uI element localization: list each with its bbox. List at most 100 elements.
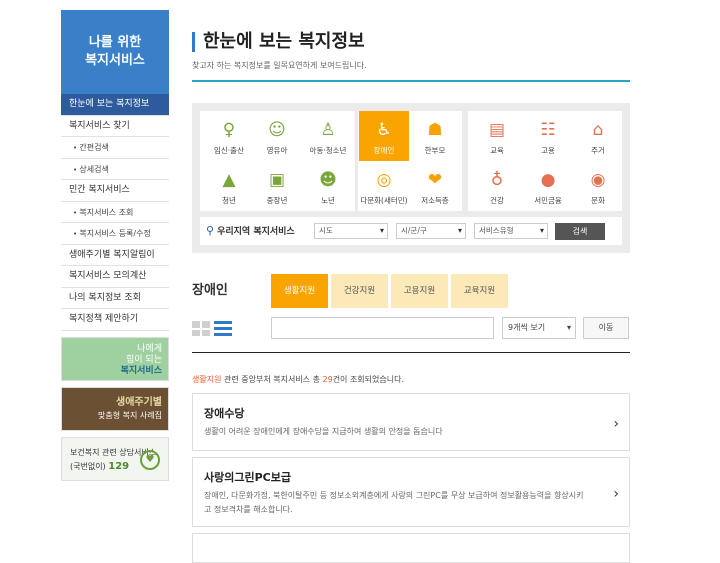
list-view-icon[interactable] <box>214 321 232 336</box>
category-label: 건강 <box>490 196 504 205</box>
category-label: 영유아 <box>266 146 288 155</box>
sido-select[interactable]: 시도 <box>314 223 388 239</box>
result-divider <box>192 352 630 353</box>
banner2-line1: 생애주기별 <box>116 396 162 408</box>
category-11[interactable]: ☻ 노년 <box>303 161 353 211</box>
tab-1[interactable]: 생활지원 <box>271 274 328 308</box>
result-count-number: 29 <box>322 375 333 384</box>
chevron-right-icon: › <box>613 486 619 502</box>
category-label: 문화 <box>591 196 605 205</box>
category-label: 청년 <box>222 196 236 205</box>
service-card[interactable]: 장애수당 생활이 어려운 장애인에게 장애수당을 지급하여 생활의 안정을 돕습… <box>192 393 630 451</box>
banner-counseling-129[interactable]: 보건복지 관련 상담서비스 (국번없이) 129 ♥ <box>61 436 169 481</box>
sidebar-heading: 나를 위한복지서비스 <box>61 10 169 94</box>
sidebar-item[interactable]: 복지서비스 등록/수정 <box>61 223 169 245</box>
sidebar-item[interactable]: 한눈에 보는 복지정보 <box>61 94 169 116</box>
category-6[interactable]: ▤ 교육 <box>472 111 522 161</box>
sidebar-item[interactable]: 상세검색 <box>61 159 169 180</box>
page-subtitle: 찾고자 하는 복지정보를 일목요연하게 보여드립니다. <box>192 61 367 70</box>
sidebar-item[interactable]: 나의 복지정보 조회 <box>61 288 169 309</box>
service-card-desc: 생활이 어려운 장애인에게 장애수당을 지급하여 생활의 안정을 돕습니다 <box>204 427 443 436</box>
sidebar-item[interactable]: 복지서비스 조회 <box>61 202 169 223</box>
region-search-bar: ⚲우리지역 복지서비스 시도 시/군/구 서비스유형 검색 <box>200 217 622 245</box>
search-icon: ⚲ <box>206 224 215 237</box>
category-label: 주거 <box>591 146 605 155</box>
keyword-input[interactable] <box>271 317 494 339</box>
service-card[interactable] <box>192 533 630 563</box>
banner-lifecycle-casebook[interactable]: 생애주기별 맞춤형 복지 사례집 <box>61 386 169 431</box>
globe-icon: ◎ <box>376 170 392 190</box>
banner3-number: 129 <box>108 460 130 472</box>
banner-welfare-service[interactable]: 나에게 힘이 되는 복지서비스 <box>61 336 169 381</box>
region-search-label-text: 우리지역 복지서비스 <box>217 227 295 237</box>
banner1-line1: 나에게 <box>137 343 162 354</box>
region-search-label: ⚲ 우리지역 복지서비스 <box>206 217 295 245</box>
banner1-line3: 복지서비스 <box>120 365 162 376</box>
page-title: 한눈에 보는 복지정보 <box>192 32 365 52</box>
tab-4[interactable]: 교육지원 <box>451 274 508 308</box>
category-4[interactable]: ♿ 장애인 <box>359 111 409 161</box>
people-icon: ☷ <box>540 120 556 140</box>
sidebar-heading-line2: 복지서비스 <box>85 53 145 68</box>
graduation-cap-icon: ▲ <box>222 170 236 190</box>
banner3-line2: (국번없이) <box>70 461 106 471</box>
sidebar-menu: 한눈에 보는 복지정보복지서비스 찾기간편검색상세검색민간 복지서비스복지서비스… <box>61 94 169 331</box>
category-3[interactable]: ♙ 아동·청소년 <box>303 111 353 161</box>
top-utility-bar <box>420 0 720 8</box>
tab-3[interactable]: 고용지원 <box>391 274 448 308</box>
category-box: ♀ 임신·출산 ☺ 영유아 ♙ 아동·청소년 ♿ 장애인 ☗ 한부모 ▤ 교육 ☷ 고용 ⌂ 주거 ▲ 청년 ▣ 중장… <box>192 103 630 253</box>
sidebar-item[interactable]: 복지정책 제안하기 <box>61 309 169 331</box>
category-label: 다문화(새터민) <box>360 196 408 205</box>
title-divider <box>192 80 630 82</box>
category-5[interactable]: ☗ 한부모 <box>410 111 460 161</box>
category-2[interactable]: ☺ 영유아 <box>252 111 302 161</box>
headset-icon: ♥ <box>140 449 160 470</box>
category-label: 임신·출산 <box>214 146 244 155</box>
category-7[interactable]: ☷ 고용 <box>523 111 573 161</box>
sigungu-select[interactable]: 시/군/구 <box>396 223 466 239</box>
region-search-button[interactable]: 검색 <box>555 223 605 240</box>
house-icon: ⌂ <box>592 120 604 140</box>
category-10[interactable]: ▣ 중장년 <box>252 161 302 211</box>
stethoscope-icon: ♁ <box>490 170 504 190</box>
category-15[interactable]: ● 서민금융 <box>523 161 573 211</box>
category-14[interactable]: ♁ 건강 <box>472 161 522 211</box>
sidebar-heading-line1: 나를 위한 <box>88 35 142 50</box>
service-card-title: 장애수당 <box>204 407 245 420</box>
result-text-before: 관련 중앙부처 복지서비스 총 <box>221 375 323 384</box>
category-13[interactable]: ❤ 저소득층 <box>410 161 460 211</box>
tab-2[interactable]: 건강지원 <box>331 274 388 308</box>
wheelchair-icon: ♿ <box>376 120 392 140</box>
category-9[interactable]: ▲ 청년 <box>204 161 254 211</box>
grid-view-icon[interactable] <box>192 321 210 336</box>
family-icon: ☗ <box>427 120 443 140</box>
per-page-select[interactable]: 9개씩 보기 <box>502 317 576 339</box>
category-label: 저소득층 <box>421 196 449 205</box>
briefcase-icon: ▣ <box>268 170 286 190</box>
banner2-line2: 맞춤형 복지 사례집 <box>98 410 162 420</box>
result-count: 생활지원 관련 중앙부처 복지서비스 총 29건이 조회되었습니다. <box>192 374 404 385</box>
category-label: 한부모 <box>424 146 446 155</box>
book-icon: ▤ <box>488 120 506 140</box>
sidebar-item[interactable]: 복지서비스 찾기 <box>61 116 169 137</box>
view-toggle <box>192 321 232 336</box>
service-card-desc: 장애인, 다문화가정, 북한이탈주민 등 정보소외계층에게 사랑의 그린PC를 … <box>204 491 584 514</box>
category-label: 서민금융 <box>534 196 562 205</box>
service-type-select[interactable]: 서비스유형 <box>474 223 548 239</box>
sidebar-item[interactable]: 민간 복지서비스 <box>61 180 169 202</box>
sidebar-item[interactable]: 간편검색 <box>61 137 169 159</box>
baby-icon: ☺ <box>268 120 286 140</box>
category-16[interactable]: ◉ 문화 <box>573 161 623 211</box>
service-card-title: 사랑의그린PC보급 <box>204 471 291 484</box>
category-12[interactable]: ◎ 다문화(새터민) <box>359 161 409 211</box>
category-label: 중장년 <box>266 196 288 205</box>
service-card[interactable]: 사랑의그린PC보급 장애인, 다문화가정, 북한이탈주민 등 정보소외계층에게 … <box>192 457 630 527</box>
sidebar-item[interactable]: 생애주기별 복지알림이 <box>61 245 169 266</box>
section-title: 장애인 <box>192 283 228 298</box>
sidebar-item[interactable]: 복지서비스 모의계산 <box>61 266 169 288</box>
move-button[interactable]: 이동 <box>583 317 629 339</box>
category-8[interactable]: ⌂ 주거 <box>573 111 623 161</box>
category-label: 아동·청소년 <box>309 146 347 155</box>
category-1[interactable]: ♀ 임신·출산 <box>204 111 254 161</box>
piggy-bank-icon: ● <box>540 170 556 190</box>
